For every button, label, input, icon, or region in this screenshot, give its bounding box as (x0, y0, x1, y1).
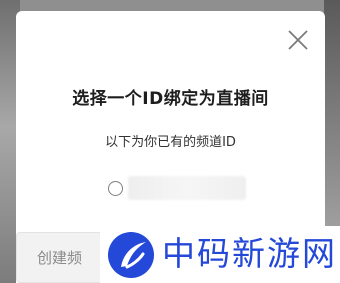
close-icon (288, 30, 308, 50)
watermark: 中码新游网 (100, 226, 340, 283)
channel-id-value (128, 176, 246, 200)
crescent-logo-icon (108, 232, 154, 278)
create-channel-button-label: 创建频 (37, 249, 83, 267)
channel-id-option[interactable] (106, 172, 246, 206)
watermark-text: 中码新游网 (162, 234, 337, 273)
channel-id-radio[interactable] (108, 181, 123, 196)
close-button[interactable] (286, 28, 310, 52)
dialog-subtitle: 以下为你已有的频道ID (105, 135, 236, 150)
dialog-title: 选择一个ID绑定为直播间 (72, 89, 269, 109)
